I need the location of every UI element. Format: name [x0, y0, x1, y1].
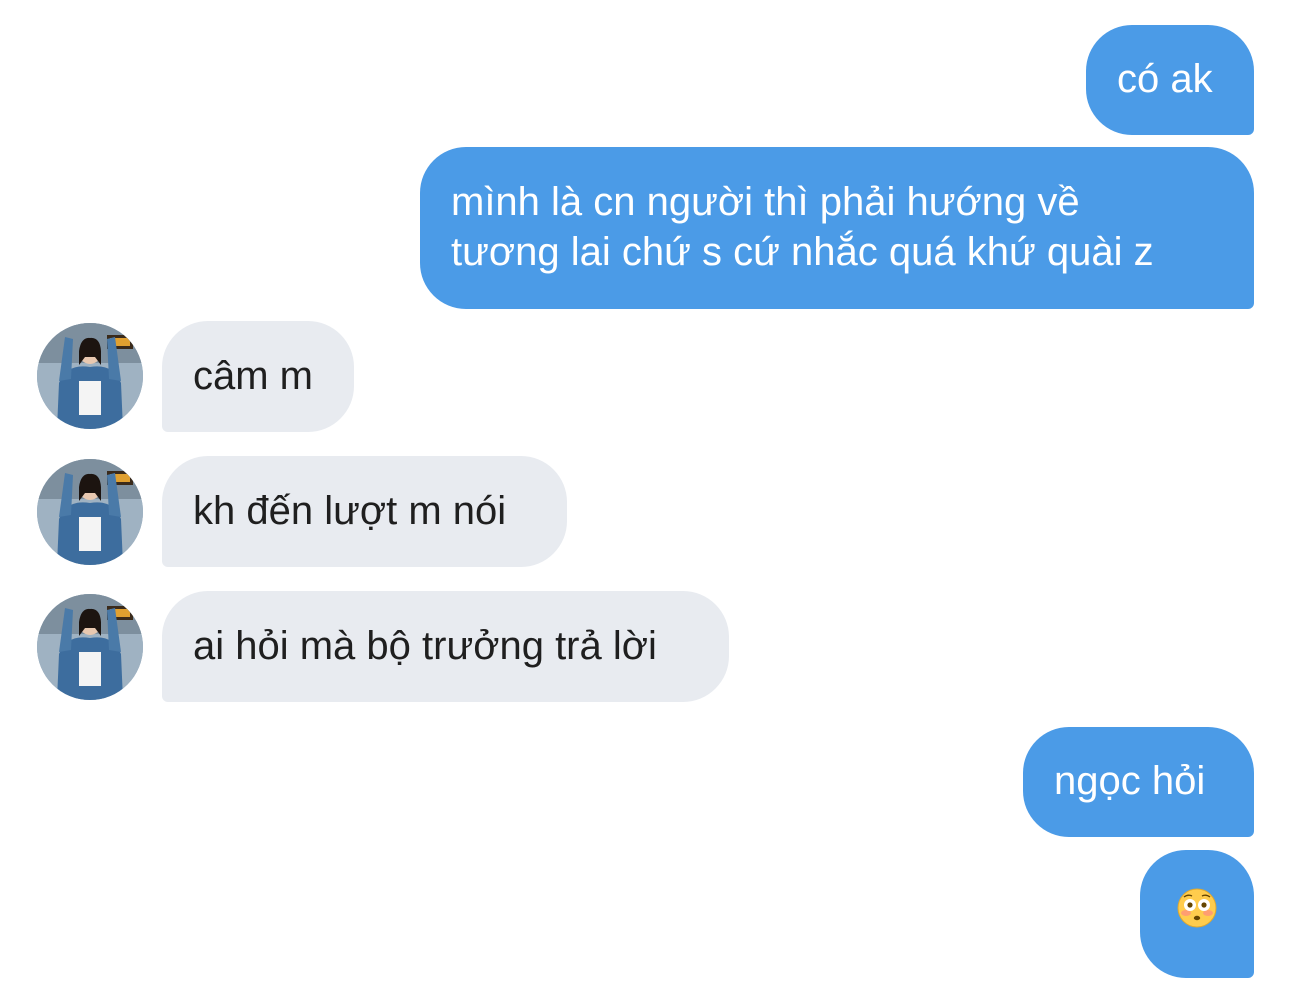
contact-avatar[interactable] — [37, 594, 143, 700]
contact-avatar[interactable] — [37, 323, 143, 429]
message-text: câm m — [193, 354, 313, 398]
flushed-face-emoji-icon — [1177, 888, 1217, 940]
message-bubble-sent[interactable] — [1140, 850, 1254, 978]
message-bubble-sent[interactable]: ngọc hỏi — [1023, 727, 1254, 837]
message-text: ngọc hỏi — [1054, 759, 1206, 803]
message-bubble-sent[interactable]: mình là cn người thì phải hướng về tương… — [420, 147, 1254, 309]
message-bubble-received[interactable]: ai hỏi mà bộ trưởng trả lời — [162, 591, 729, 702]
avatar-photo-icon — [37, 459, 143, 565]
message-bubble-sent[interactable]: có ak — [1086, 25, 1254, 135]
message-text: kh đến lượt m nói — [193, 489, 507, 533]
message-text: ai hỏi mà bộ trưởng trả lời — [193, 624, 657, 668]
message-text-line: tương lai chứ s cứ nhắc quá khứ quài z — [451, 230, 1154, 274]
message-text: có ak — [1117, 57, 1213, 101]
message-bubble-received[interactable]: câm m — [162, 321, 354, 432]
avatar-photo-icon — [37, 323, 143, 429]
avatar-photo-icon — [37, 594, 143, 700]
message-bubble-received[interactable]: kh đến lượt m nói — [162, 456, 567, 567]
contact-avatar[interactable] — [37, 459, 143, 565]
message-text-line: mình là cn người thì phải hướng về — [451, 180, 1080, 224]
